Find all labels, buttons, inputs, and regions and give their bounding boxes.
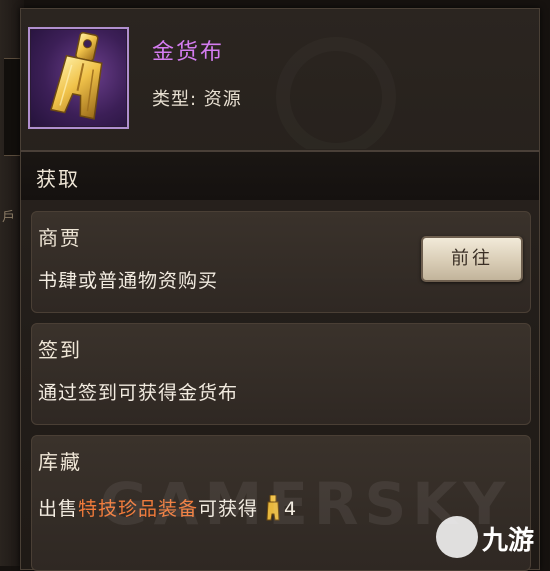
item-icon-frame — [28, 27, 129, 129]
source-section-shop: 商贾 书肆或普通物资购买 前往 — [31, 211, 531, 313]
section-title: 签到 — [38, 338, 82, 362]
item-header: 金货布 类型: 资源 — [21, 9, 539, 149]
goto-button[interactable]: 前往 — [421, 236, 523, 282]
section-description: 通过签到可获得金货布 — [38, 382, 239, 404]
source-section-checkin: 签到 通过签到可获得金货布 — [31, 323, 531, 425]
background-slot — [4, 58, 21, 156]
section-title: 库藏 — [38, 450, 82, 474]
item-name: 金货布 — [152, 40, 225, 65]
acquire-header-label: 获取 — [36, 167, 80, 191]
jiuyou-logo: 九游 — [436, 506, 550, 566]
section-title: 商贾 — [38, 226, 82, 250]
section-description: 书肆或普通物资购买 — [38, 270, 219, 292]
acquire-header: 获取 — [21, 152, 539, 200]
desc-prefix: 出售 — [38, 498, 79, 520]
jiuyou-logo-mark — [436, 516, 478, 558]
background-emblem — [276, 37, 396, 149]
spade-coin-icon — [50, 31, 103, 120]
background-glyph: 戶 — [2, 210, 16, 225]
item-type: 类型: 资源 — [152, 89, 242, 110]
jiuyou-logo-text: 九游 — [482, 526, 535, 556]
